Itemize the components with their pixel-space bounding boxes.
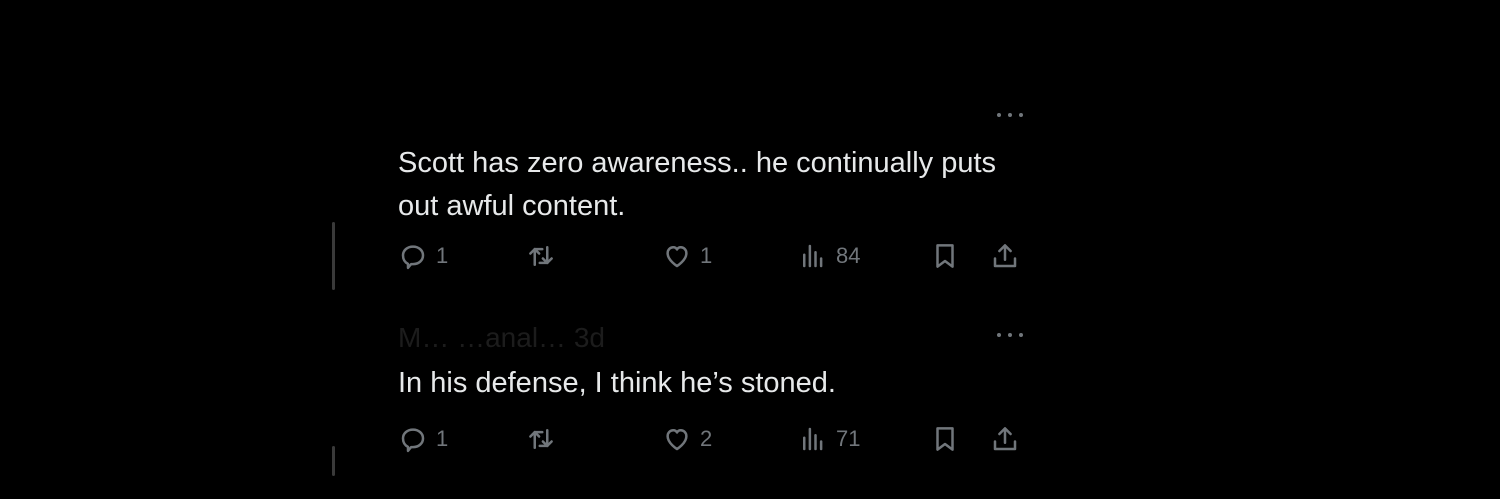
action-bar: 1 1 84 — [398, 238, 1023, 274]
bookmark-button[interactable] — [930, 238, 960, 274]
like-count: 1 — [700, 243, 713, 268]
views-icon — [803, 427, 823, 451]
retweet-icon — [529, 429, 553, 449]
share-icon — [993, 244, 1017, 268]
bookmark-icon — [936, 244, 954, 268]
share-icon — [993, 427, 1017, 451]
bookmark-icon — [936, 427, 954, 451]
reply-text: Scott has zero awareness.. he continuall… — [398, 147, 997, 222]
reply-count: 1 — [436, 243, 449, 268]
bookmark-button[interactable] — [930, 421, 960, 457]
views-icon — [803, 244, 823, 268]
reply-header: M… …anal… 3d — [398, 322, 1023, 354]
reply-button[interactable]: 1 — [398, 421, 448, 457]
reply-icon — [401, 428, 425, 453]
views-button[interactable]: 84 — [798, 238, 860, 274]
retweet-button[interactable] — [526, 238, 564, 274]
more-icon[interactable] — [997, 330, 1023, 340]
like-button[interactable]: 1 — [662, 238, 712, 274]
like-count: 2 — [700, 426, 713, 451]
like-icon — [666, 429, 688, 451]
views-count: 84 — [836, 243, 861, 268]
more-icon[interactable] — [997, 110, 1023, 120]
share-button[interactable] — [990, 421, 1020, 457]
action-bar: 1 2 71 — [398, 421, 1023, 457]
like-button[interactable]: 2 — [662, 421, 712, 457]
views-count: 71 — [836, 426, 861, 451]
retweet-icon — [529, 246, 553, 266]
retweet-button[interactable] — [526, 421, 564, 457]
reply-post[interactable]: M… …anal… 3d In his defense, I think he’… — [398, 322, 1023, 457]
reply-button[interactable]: 1 — [398, 238, 448, 274]
reply-count: 1 — [436, 426, 449, 451]
thread-line — [332, 222, 335, 290]
reply-text: In his defense, I think he’s stoned. — [398, 367, 836, 399]
like-icon — [666, 246, 688, 268]
reply-post[interactable]: Scott has zero awareness.. he continuall… — [398, 108, 1023, 274]
thread-line — [332, 446, 335, 476]
reply-icon — [401, 245, 425, 270]
share-button[interactable] — [990, 238, 1020, 274]
views-button[interactable]: 71 — [798, 421, 860, 457]
reply-header — [398, 108, 1023, 134]
reply-meta: M… …anal… 3d — [398, 322, 605, 353]
